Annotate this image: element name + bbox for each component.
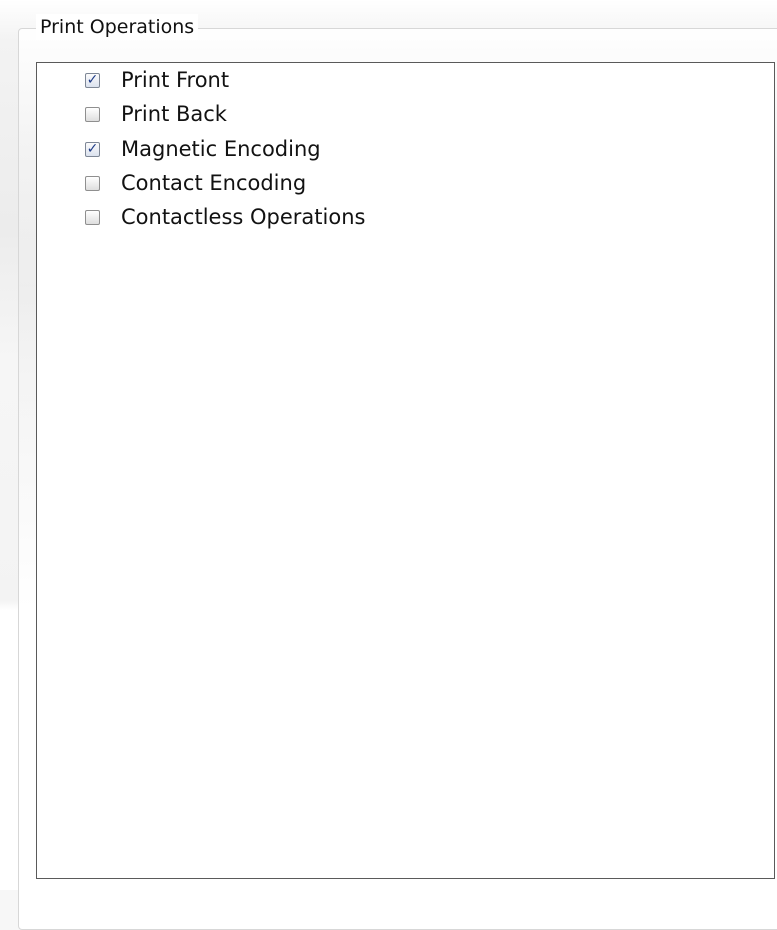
print-operations-list[interactable]: ✓ Print Front Print Back ✓ Magnetic Enco… [36, 62, 775, 879]
contactless-operations-label: Contactless Operations [121, 205, 366, 229]
group-title: Print Operations [36, 14, 199, 40]
option-print-front[interactable]: ✓ Print Front [85, 65, 229, 95]
print-front-label: Print Front [121, 68, 230, 92]
contact-encoding-checkbox[interactable] [85, 175, 100, 191]
contactless-operations-checkbox[interactable] [85, 209, 100, 225]
print-back-label: Print Back [121, 102, 227, 126]
option-contactless-operations[interactable]: Contactless Operations [85, 202, 365, 232]
contact-encoding-label: Contact Encoding [121, 171, 307, 195]
magnetic-encoding-checkbox[interactable]: ✓ [85, 141, 100, 157]
option-magnetic-encoding[interactable]: ✓ Magnetic Encoding [85, 134, 321, 164]
print-back-checkbox[interactable] [85, 106, 100, 122]
option-contact-encoding[interactable]: Contact Encoding [85, 168, 306, 198]
print-front-checkbox[interactable]: ✓ [85, 72, 100, 88]
magnetic-encoding-label: Magnetic Encoding [121, 137, 321, 161]
option-print-back[interactable]: Print Back [85, 99, 227, 129]
